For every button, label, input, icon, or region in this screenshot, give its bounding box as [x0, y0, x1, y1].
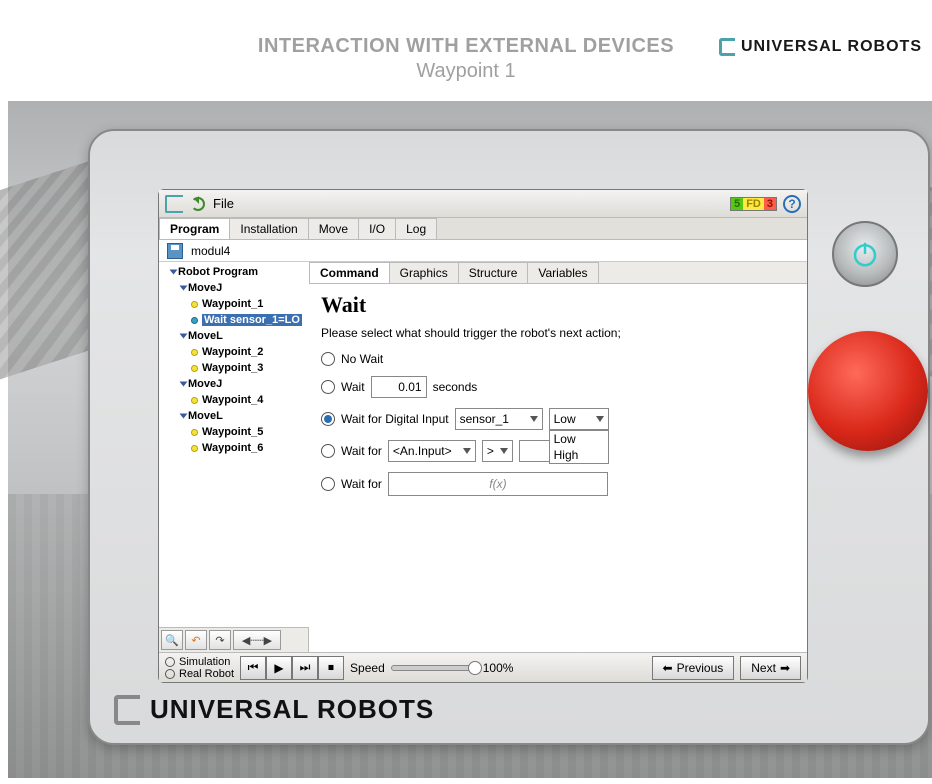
di-level-option-high[interactable]: High — [550, 447, 608, 463]
di-input-value: sensor_1 — [460, 412, 509, 426]
tab-log[interactable]: Log — [395, 218, 437, 239]
command-prompt: Please select what should trigger the ro… — [321, 326, 795, 340]
mode-real-robot[interactable]: Real Robot — [165, 668, 234, 680]
opt-no-wait[interactable]: No Wait — [321, 352, 795, 366]
main-tabs: Program Installation Move I/O Log — [159, 218, 807, 240]
tree-item[interactable]: Waypoint_6 — [191, 440, 307, 456]
tab-graphics[interactable]: Graphics — [389, 262, 459, 283]
tree-search-button[interactable]: 🔍 — [161, 630, 183, 650]
chevron-down-icon — [596, 416, 604, 422]
ur-logo-icon — [719, 38, 735, 56]
tree-item[interactable]: Wait sensor_1=LO — [191, 312, 307, 328]
opt-wait-di-label: Wait for Digital Input — [341, 412, 449, 426]
ai-input-value: <An.Input> — [393, 444, 452, 458]
status-led-red: 3 — [764, 198, 776, 210]
di-level-value: Low — [554, 412, 576, 426]
slide-subtitle: Waypoint 1 — [30, 60, 902, 83]
speed-value: 100% — [483, 661, 514, 675]
run-mode-group: Simulation Real Robot — [165, 656, 234, 680]
tree-undo-button[interactable]: ↶ — [185, 630, 207, 650]
program-tree[interactable]: Robot Program MoveJWaypoint_1Wait sensor… — [159, 262, 309, 627]
tree-item[interactable]: MoveJWaypoint_4 — [181, 376, 307, 408]
ur-logo: UNIVERSAL ROBOTS — [719, 38, 922, 56]
opt-wait-di[interactable]: Wait for Digital Input sensor_1 Low Low … — [321, 408, 795, 430]
teach-pendant: UNIVERSAL ROBOTS File 5 FD 3 ? Program — [88, 129, 930, 745]
tab-variables[interactable]: Variables — [527, 262, 598, 283]
rewind-button[interactable]: ⏮ — [240, 656, 266, 680]
tree-item[interactable]: Waypoint_4 — [191, 392, 307, 408]
tree-move-button[interactable]: ◀┄┄▶ — [233, 630, 281, 650]
opt-wait-time-label: Wait — [341, 380, 365, 394]
step-button[interactable]: ⏭ — [292, 656, 318, 680]
tab-io[interactable]: I/O — [358, 218, 396, 239]
tree-redo-button[interactable]: ↷ — [209, 630, 231, 650]
emergency-stop-button[interactable] — [808, 331, 928, 451]
footer-bar: Simulation Real Robot ⏮ ▶ ⏭ ⏹ Speed 100%… — [159, 652, 807, 682]
chevron-down-icon — [530, 416, 538, 422]
environment-background: UNIVERSAL ROBOTS File 5 FD 3 ? Program — [8, 101, 932, 778]
status-led-yellow: FD — [743, 198, 764, 210]
tree-toolbar: 🔍 ↶ ↷ ◀┄┄▶ — [159, 627, 308, 652]
status-led-green: 5 — [731, 198, 743, 210]
chevron-down-icon — [500, 448, 508, 454]
di-level-select[interactable]: Low Low High — [549, 408, 609, 430]
tree-item[interactable]: Waypoint_1 — [191, 296, 307, 312]
menu-bar: File 5 FD 3 ? — [159, 190, 807, 218]
command-panel: Wait Please select what should trigger t… — [309, 284, 807, 652]
command-title: Wait — [321, 292, 795, 318]
opt-wait-ai-label: Wait for — [341, 444, 382, 458]
tree-item[interactable]: MoveJWaypoint_1Wait sensor_1=LO — [181, 280, 307, 328]
tree-item[interactable]: MoveLWaypoint_2Waypoint_3 — [181, 328, 307, 376]
mode-simulation[interactable]: Simulation — [165, 656, 234, 668]
save-icon[interactable] — [167, 243, 183, 259]
ai-input-select[interactable]: <An.Input> — [388, 440, 476, 462]
tab-installation[interactable]: Installation — [229, 218, 308, 239]
speed-slider[interactable] — [391, 665, 477, 671]
previous-button[interactable]: ⬅ Previous — [652, 656, 735, 680]
tree-item[interactable]: Waypoint_2 — [191, 344, 307, 360]
tab-command[interactable]: Command — [309, 262, 390, 283]
opt-wait-fx-label: Wait for — [341, 477, 382, 491]
ur-logo-icon — [114, 695, 140, 725]
opt-no-wait-label: No Wait — [341, 352, 383, 366]
file-bar: modul4 — [159, 240, 807, 262]
ur-logo-icon — [165, 195, 183, 213]
wait-time-suffix: seconds — [433, 380, 478, 394]
di-level-option-low[interactable]: Low — [550, 431, 608, 447]
stop-button[interactable]: ⏹ — [318, 656, 344, 680]
di-level-dropdown[interactable]: Low High — [549, 430, 609, 464]
di-input-select[interactable]: sensor_1 — [455, 408, 543, 430]
tab-program[interactable]: Program — [159, 218, 230, 239]
tab-move[interactable]: Move — [308, 218, 359, 239]
speed-label: Speed — [350, 661, 385, 675]
wait-time-input[interactable] — [371, 376, 427, 398]
tab-structure[interactable]: Structure — [458, 262, 529, 283]
tree-root[interactable]: Robot Program — [178, 266, 258, 278]
help-button[interactable]: ? — [783, 195, 801, 213]
polyscope-window: File 5 FD 3 ? Program Installation Move … — [158, 189, 808, 683]
program-filename: modul4 — [191, 244, 230, 258]
sub-tabs: Command Graphics Structure Variables — [309, 262, 807, 284]
file-menu[interactable]: File — [213, 196, 234, 211]
play-button[interactable]: ▶ — [266, 656, 292, 680]
ai-op-select[interactable]: > — [482, 440, 513, 462]
tree-item[interactable]: Waypoint_3 — [191, 360, 307, 376]
status-led: 5 FD 3 — [730, 197, 777, 211]
power-button[interactable] — [832, 221, 898, 287]
fx-expression-input[interactable]: f(x) — [388, 472, 608, 496]
tree-item[interactable]: MoveLWaypoint_5Waypoint_6 — [181, 408, 307, 456]
tree-item[interactable]: Waypoint_5 — [191, 424, 307, 440]
ur-logo-text: UNIVERSAL ROBOTS — [150, 694, 434, 725]
ur-logo-text: UNIVERSAL ROBOTS — [741, 38, 922, 56]
ai-op-value: > — [487, 444, 494, 458]
reload-icon[interactable] — [191, 197, 205, 211]
opt-wait-fx[interactable]: Wait for f(x) — [321, 472, 795, 496]
chevron-down-icon — [463, 448, 471, 454]
next-button[interactable]: Next ➡ — [740, 656, 801, 680]
opt-wait-time[interactable]: Wait seconds — [321, 376, 795, 398]
pendant-brand: UNIVERSAL ROBOTS — [114, 694, 434, 725]
